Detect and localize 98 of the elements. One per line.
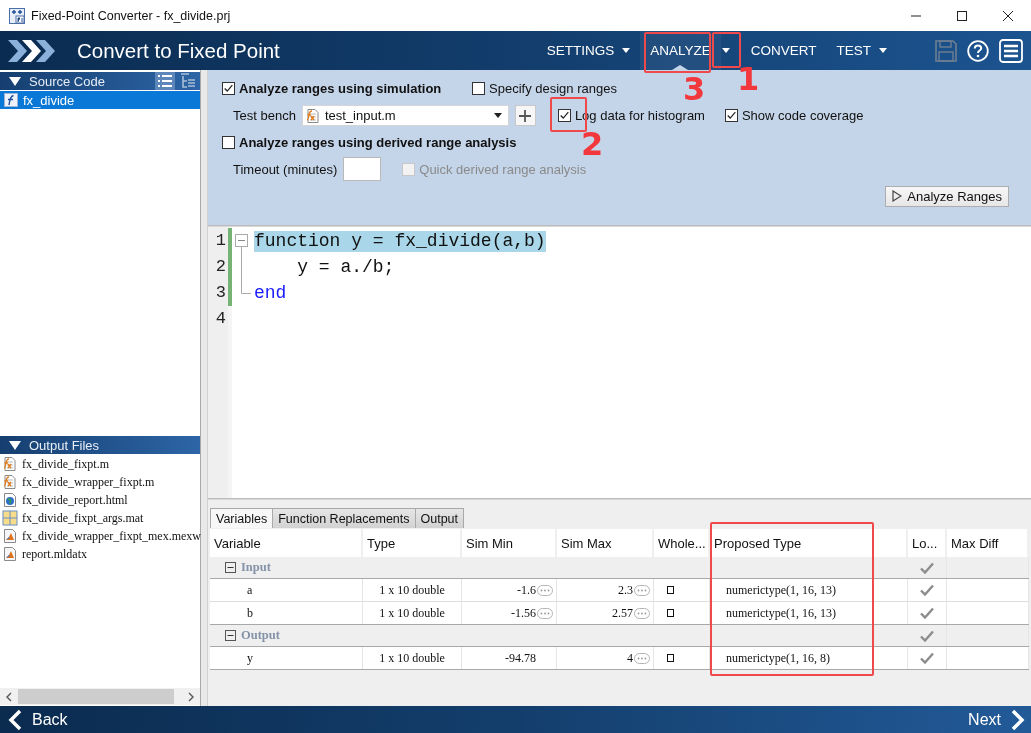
- table-cell: 4: [627, 650, 633, 666]
- file-name[interactable]: fx_divide_wrapper_fixpt.m: [22, 474, 155, 490]
- checkbox-label: Analyze ranges using derived range analysis: [239, 135, 517, 150]
- collapse-icon[interactable]: [225, 630, 236, 641]
- analyze-ranges-button[interactable]: Analyze Ranges: [885, 185, 1009, 207]
- table-cell: -1.56: [511, 605, 536, 621]
- checkbox[interactable]: [667, 609, 674, 617]
- code-line: end: [254, 282, 287, 304]
- table-cell: 1 x 10 double: [379, 605, 445, 621]
- file-name[interactable]: fx_divide_fixpt.m: [22, 456, 109, 472]
- section-title: Source Code: [29, 73, 105, 89]
- horizontal-scrollbar[interactable]: [0, 688, 200, 705]
- table-cell: numerictype(1, 16, 13): [726, 582, 836, 598]
- caret-icon: [622, 48, 631, 53]
- grid-icon: [2, 510, 18, 526]
- timeout-input[interactable]: [343, 157, 382, 181]
- checkbox-label: Specify design ranges: [489, 81, 617, 96]
- caret-icon: [721, 48, 730, 53]
- window-title: Fixed-Point Converter - fx_divide.prj: [31, 8, 231, 23]
- collapse-icon[interactable]: [225, 562, 236, 573]
- back-button[interactable]: Back: [0, 706, 74, 733]
- fold-end-icon: [241, 280, 251, 294]
- file-name[interactable]: report.mldatx: [22, 546, 87, 562]
- file-name[interactable]: fx_divide_wrapper_fixpt_mex.mexw: [22, 528, 201, 544]
- table-cell: b: [247, 605, 253, 621]
- checkbox[interactable]: [667, 654, 674, 662]
- table-cell: a: [247, 582, 253, 598]
- function-file-icon: [3, 92, 19, 108]
- file-name[interactable]: fx_divide_fixpt_args.mat: [22, 510, 144, 526]
- close-icon: [1003, 10, 1013, 21]
- checkbox-label: Quick derived range analysis: [419, 161, 587, 177]
- list-view-button[interactable]: [155, 72, 175, 90]
- field-label: Timeout (minutes): [233, 161, 338, 177]
- line-number: 4: [214, 308, 227, 330]
- triangle-down-icon[interactable]: [9, 76, 21, 86]
- list-icon: [157, 74, 173, 88]
- menu-tab[interactable]: TEST: [826, 31, 897, 70]
- results-tab[interactable]: Function Replacements: [272, 508, 416, 528]
- table-cell: y: [247, 650, 253, 666]
- chevrons-logo-icon: [8, 39, 56, 62]
- checkbox[interactable]: [724, 109, 738, 122]
- code-editor[interactable]: 1 2 3 4 function y = fx_divide(a,b) y = a./b; end: [208, 227, 1031, 498]
- checkbox-label: Show code coverage: [741, 108, 864, 123]
- field-label: Test bench: [233, 108, 296, 123]
- table-cell: 1 x 10 double: [379, 650, 445, 666]
- checkbox-label: Analyze ranges using simulation: [239, 81, 442, 96]
- annotation-number: 3: [683, 73, 706, 105]
- table-cell: numerictype(1, 16, 8): [726, 650, 830, 666]
- table-cell: 1 x 10 double: [379, 582, 445, 598]
- caret-icon: [879, 48, 887, 53]
- section-title: Output Files: [29, 437, 100, 453]
- app-icon: [9, 7, 25, 24]
- group-label: Input: [241, 560, 271, 575]
- table-cell: -1.6: [517, 582, 536, 598]
- checkbox[interactable]: [472, 82, 485, 95]
- file-name[interactable]: fx_divide_report.html: [22, 492, 128, 508]
- table-cell: numerictype(1, 16, 13): [726, 605, 836, 621]
- menu-button[interactable]: [999, 38, 1023, 63]
- play-icon: [892, 190, 903, 202]
- table-cell: 2.3: [618, 582, 633, 598]
- file-list-item[interactable]: fx_divide: [0, 91, 200, 109]
- results-tab[interactable]: Variables: [210, 508, 274, 528]
- chevron-left-icon: [8, 708, 22, 731]
- scrollbar-thumb[interactable]: [18, 689, 174, 704]
- plus-icon: [519, 109, 532, 122]
- checkbox[interactable]: [222, 82, 235, 95]
- line-number: 2: [214, 256, 227, 278]
- page-title: Convert to Fixed Point: [77, 38, 280, 63]
- help-icon: [967, 39, 989, 62]
- code-line: y = a./b;: [296, 256, 395, 278]
- scroll-right-icon[interactable]: [188, 691, 194, 702]
- function-file-icon: [304, 107, 321, 124]
- menu-tab[interactable]: ANALYZE: [640, 31, 721, 70]
- results-tab[interactable]: Output: [414, 508, 465, 528]
- tree-view-button[interactable]: [178, 72, 198, 90]
- checkbox[interactable]: [667, 586, 674, 594]
- scroll-left-icon[interactable]: [6, 691, 12, 702]
- fold-guide-line: [241, 254, 242, 280]
- next-button[interactable]: Next: [960, 706, 1031, 733]
- line-number: 3: [214, 282, 227, 304]
- annotation-number: 1: [737, 63, 760, 95]
- table-cell: -94.78: [505, 650, 536, 666]
- menu-icon: [999, 38, 1023, 63]
- triangle-down-icon[interactable]: [9, 440, 21, 450]
- add-button[interactable]: [514, 105, 536, 126]
- maximize-icon: [957, 10, 967, 21]
- test-bench-dropdown[interactable]: test_input.m: [301, 105, 509, 126]
- fold-collapse-icon[interactable]: [235, 234, 248, 254]
- caret-icon: [493, 113, 502, 118]
- annotation-number: 2: [581, 128, 604, 160]
- table-cell: 2.57: [612, 605, 633, 621]
- checkbox[interactable]: [222, 136, 235, 149]
- group-label: Output: [241, 628, 280, 643]
- help-button[interactable]: [967, 39, 989, 62]
- tree-icon: [180, 73, 196, 89]
- chevron-right-icon: [1011, 708, 1025, 731]
- menu-tab[interactable]: SETTINGS: [536, 31, 641, 70]
- line-number: 1: [214, 230, 227, 252]
